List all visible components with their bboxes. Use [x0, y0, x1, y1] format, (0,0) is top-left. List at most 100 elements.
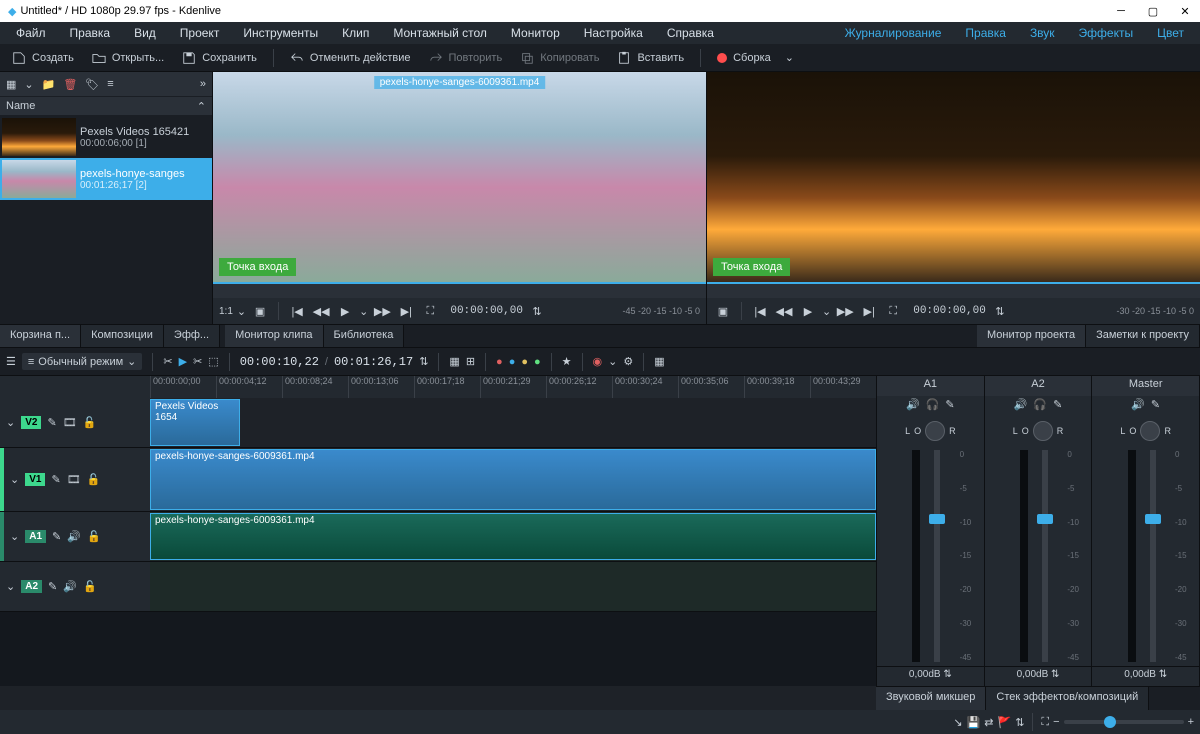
dock-tab[interactable]: Монитор клипа — [225, 325, 323, 347]
track-header-a2[interactable]: ⌄ A2 ✎ 🔊 🔓 — [0, 562, 150, 611]
chevron-down-icon[interactable]: ⌄ — [822, 305, 831, 318]
project-monitor-video[interactable]: Точка входа — [707, 72, 1200, 282]
fx-icon[interactable]: ✎ — [1053, 398, 1062, 414]
zoom-slider[interactable] — [1064, 720, 1184, 724]
menu-item[interactable]: Настройка — [574, 24, 653, 42]
open-button[interactable]: Открыть... — [86, 49, 170, 67]
tag-icon[interactable]: 🏷 — [85, 78, 99, 91]
render-button[interactable]: Сборка⌄ — [711, 49, 800, 66]
stepper-icon[interactable]: ⇅ — [419, 355, 428, 368]
dock-tab[interactable]: Библиотека — [324, 325, 405, 347]
film-icon[interactable]: 🎞 — [67, 473, 81, 486]
timeline-position[interactable]: 00:00:10,22 — [240, 355, 319, 369]
dock-tab[interactable]: Эфф... — [164, 325, 220, 347]
track-content-a1[interactable]: pexels-honye-sanges-6009361.mp4 — [150, 512, 876, 561]
db-value[interactable]: 0,00dB ⇅ — [985, 666, 1092, 686]
tool-razor-icon[interactable]: ✂ — [193, 355, 202, 368]
edit-icon[interactable]: ✎ — [47, 416, 56, 429]
clip-monitor-video[interactable]: pexels-honye-sanges-6009361.mp4 Точка вх… — [213, 72, 706, 282]
paste-button[interactable]: Вставить — [611, 49, 690, 67]
timeline-clip[interactable]: pexels-honye-sanges-6009361.mp4 — [150, 449, 876, 510]
snap-icon[interactable]: ↘ — [953, 716, 962, 729]
chevron-down-icon[interactable]: ⌄ — [10, 530, 19, 543]
solo-icon[interactable]: 🎧 — [926, 398, 940, 414]
color-dot-icon[interactable]: ● — [521, 356, 528, 368]
ratio-button[interactable]: 1:1 — [219, 301, 233, 321]
flag-icon[interactable]: 🚩 — [998, 716, 1012, 729]
pan-knob-icon[interactable] — [925, 421, 945, 441]
solo-icon[interactable]: 🎧 — [1033, 398, 1047, 414]
favorite-icon[interactable]: ★ — [562, 355, 572, 368]
zoom-fit-icon[interactable]: ⛶ — [1041, 716, 1049, 729]
view-mode-icon[interactable]: ▦ — [6, 78, 16, 91]
edit-icon[interactable]: ✎ — [52, 530, 61, 543]
layout-item[interactable]: Цвет — [1147, 24, 1194, 42]
menu-item[interactable]: Файл — [6, 24, 56, 42]
disk-icon[interactable]: 💾 — [967, 716, 981, 729]
menu-item[interactable]: Вид — [124, 24, 166, 42]
folder-icon[interactable]: 📁 — [42, 78, 56, 91]
track-content-a2[interactable] — [150, 562, 876, 611]
track-menu-icon[interactable]: ☰ — [6, 355, 16, 368]
crop-icon[interactable]: ⛶ — [420, 301, 440, 321]
bin-clip[interactable]: Pexels Videos 16542100:00:06;00 [1] — [0, 116, 212, 158]
skip-end-icon[interactable]: ▶| — [396, 301, 416, 321]
timeline-clip[interactable]: Pexels Videos 1654 — [150, 399, 240, 446]
edit-icon[interactable]: ✎ — [48, 580, 57, 593]
clip-monitor-ruler[interactable] — [213, 282, 706, 298]
tool-select-icon[interactable]: ▶ — [179, 355, 187, 368]
layout-item[interactable]: Эффекты — [1069, 24, 1144, 42]
lock-icon[interactable]: 🔓 — [87, 530, 101, 543]
zone-in-icon[interactable]: ▣ — [713, 301, 733, 321]
dock-tab[interactable]: Монитор проекта — [977, 325, 1086, 347]
dock-tab[interactable]: Звуковой микшер — [876, 687, 986, 710]
mute-icon[interactable]: 🔊 — [906, 398, 920, 414]
maximize-button[interactable]: ▢ — [1146, 4, 1160, 18]
redo-button[interactable]: Повторить — [423, 49, 509, 67]
color-dot-icon[interactable]: ● — [534, 356, 541, 368]
tool-scissors-icon[interactable]: ✂ — [163, 355, 172, 368]
thumbnail-icon[interactable]: ▦ — [654, 355, 664, 368]
bin-header[interactable]: Name ⌃ — [0, 96, 212, 116]
settings-icon[interactable]: ⚙ — [623, 355, 633, 368]
create-button[interactable]: Создать — [6, 49, 80, 67]
close-button[interactable]: ✕ — [1178, 4, 1192, 18]
menu-item[interactable]: Монтажный стол — [383, 24, 497, 42]
lock-icon[interactable]: 🔓 — [83, 416, 97, 429]
edit-mode-selector[interactable]: ≡ Обычный режим ⌄ — [22, 353, 143, 370]
chevron-down-icon[interactable]: ⌄ — [237, 305, 246, 318]
pan-knob-icon[interactable] — [1140, 421, 1160, 441]
project-timecode[interactable]: 00:00:00,00 — [913, 305, 986, 317]
speaker-icon[interactable]: 🔊 — [63, 580, 77, 593]
track-content-v2[interactable]: Pexels Videos 1654 — [150, 398, 876, 447]
menu-item[interactable]: Клип — [332, 24, 379, 42]
clip-timecode[interactable]: 00:00:00,00 — [450, 305, 523, 317]
chevron-down-icon[interactable]: ⌄ — [24, 78, 33, 91]
expand-icon[interactable]: » — [200, 78, 206, 90]
menu-item[interactable]: Справка — [657, 24, 724, 42]
timeline-ruler[interactable]: 00:00:00;0000:00:04;1200:00:08;2400:00:1… — [0, 376, 876, 398]
dock-tab[interactable]: Заметки к проекту — [1086, 325, 1200, 347]
pan-control[interactable]: L O R — [1092, 416, 1199, 446]
mute-icon[interactable]: 🔊 — [1131, 398, 1145, 414]
copy-button[interactable]: Копировать — [514, 49, 605, 67]
play-icon[interactable]: ▶ — [798, 301, 818, 321]
minimize-button[interactable]: ─ — [1114, 4, 1128, 18]
volume-fader[interactable] — [934, 450, 940, 662]
layout-item[interactable]: Звук — [1020, 24, 1065, 42]
chevron-down-icon[interactable]: ⌄ — [359, 305, 368, 318]
project-monitor-ruler[interactable] — [707, 282, 1200, 298]
mute-icon[interactable]: 🔊 — [1014, 398, 1028, 414]
rewind-icon[interactable]: ◀◀ — [774, 301, 794, 321]
menu-item[interactable]: Инструменты — [233, 24, 328, 42]
film-icon[interactable]: 🎞 — [63, 416, 77, 429]
forward-icon[interactable]: ▶▶ — [372, 301, 392, 321]
stepper-icon[interactable]: ⇅ — [990, 301, 1010, 321]
insert-icon[interactable]: ⊞ — [466, 355, 475, 368]
forward-icon[interactable]: ▶▶ — [835, 301, 855, 321]
color-dot-icon[interactable]: ● — [496, 356, 503, 368]
overwrite-icon[interactable]: ▦ — [449, 355, 459, 368]
layout-item[interactable]: Журналирование — [835, 24, 952, 42]
zoom-out-icon[interactable]: − — [1053, 716, 1059, 728]
sort-icon[interactable]: ⇅ — [1015, 716, 1024, 729]
